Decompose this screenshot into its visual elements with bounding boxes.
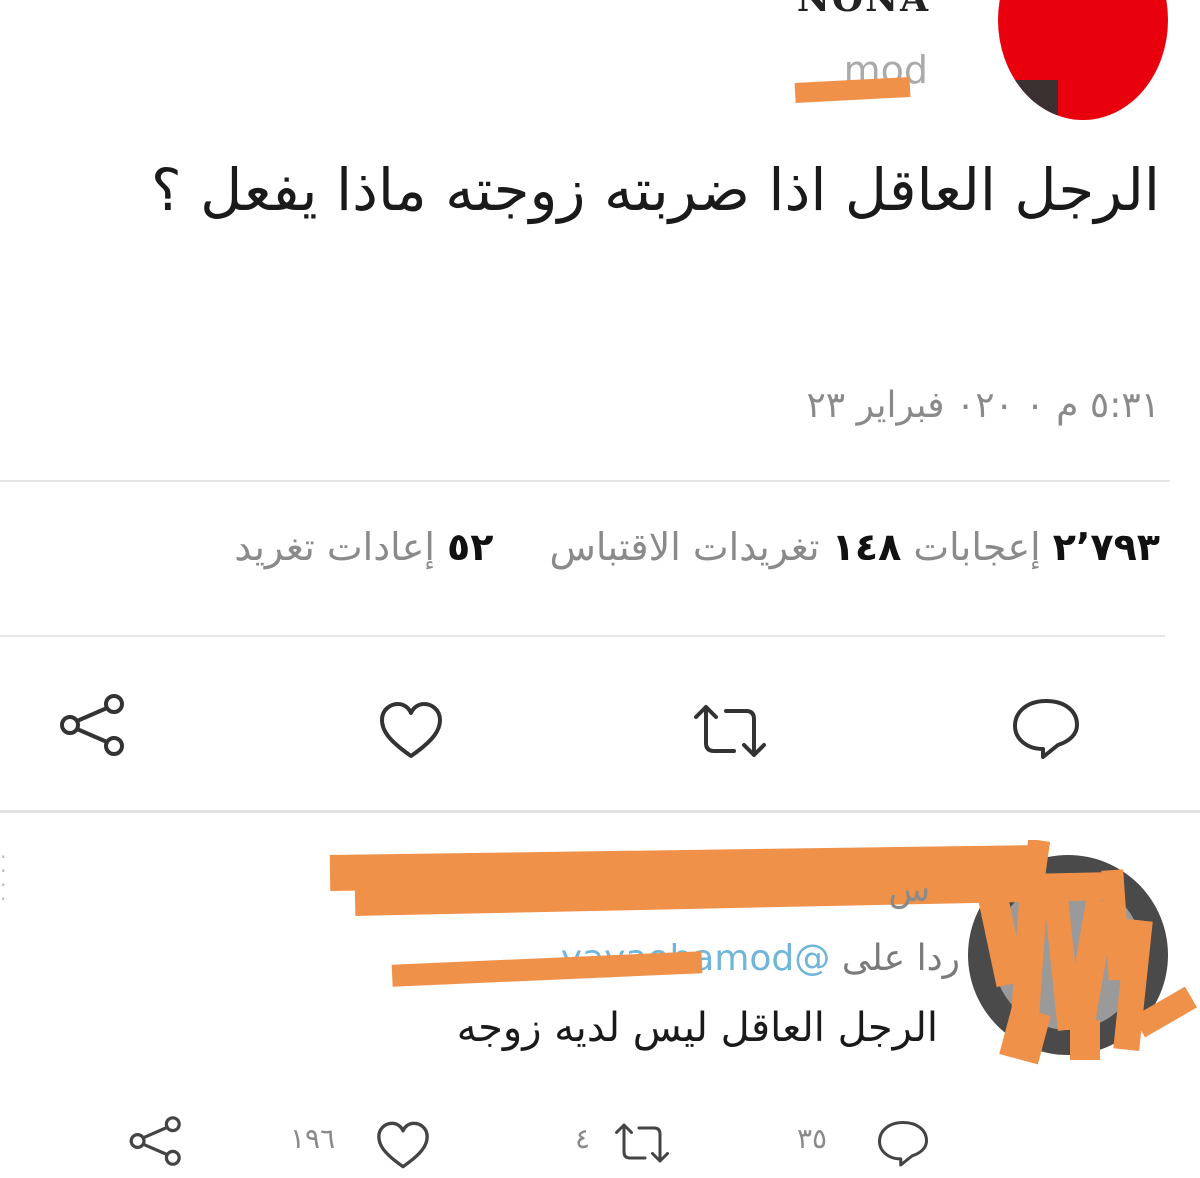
redaction-mark [794, 77, 911, 103]
reply-reply-icon[interactable] [875, 1118, 931, 1168]
likes-count: ٢٬٧٩٣ [1052, 525, 1160, 569]
like-icon[interactable] [378, 700, 444, 760]
tweet-text: الرجل العاقل اذا ضربته زوجته ماذا يفعل ؟ [150, 156, 1160, 224]
divider [0, 810, 1200, 813]
reply-retweets-count: ٤ [575, 1122, 591, 1155]
replying-to-label: ردا على [841, 938, 960, 979]
tweet-timestamp[interactable]: ٥:٣١ م ٠ ٠٢٠ فبراير ٢٣ [806, 385, 1160, 426]
likes-stat[interactable]: ٢٬٧٩٣ إعجابات [913, 525, 1160, 569]
reply-replies-count: ٣٥ [797, 1122, 828, 1155]
redaction-mark [391, 951, 703, 987]
reply-like-icon[interactable] [375, 1120, 431, 1170]
reply-likes-count: ١٩٦ [290, 1122, 336, 1155]
quotes-label: تغريدات الاقتباس [549, 525, 820, 569]
share-icon[interactable] [58, 694, 128, 756]
reply-share-icon[interactable] [128, 1116, 184, 1166]
quotes-count: ١٤٨ [831, 525, 902, 569]
retweets-count: ٥٢ [447, 525, 494, 569]
divider [0, 480, 1170, 482]
thread-dots: · · · · [0, 845, 7, 911]
likes-label: إعجابات [913, 525, 1041, 569]
tweet-stats: ٥٢ إعادات تغريد ١٤٨ تغريدات الاقتباس ٢٬٧… [0, 525, 1160, 569]
quotes-stat[interactable]: ١٤٨ تغريدات الاقتباس [550, 525, 902, 569]
reply-text: الرجل العاقل ليس لديه زوجه [456, 1005, 938, 1051]
reply-retweet-icon[interactable] [612, 1122, 672, 1164]
reply-time: س [888, 870, 930, 910]
author-avatar[interactable] [998, 0, 1168, 120]
author-display-name[interactable]: NONA [797, 0, 930, 20]
reply-icon[interactable] [1010, 695, 1082, 761]
divider [0, 635, 1165, 637]
retweets-stat[interactable]: ٥٢ إعادات تغريد [234, 525, 493, 569]
retweet-icon[interactable] [690, 703, 770, 759]
retweets-label: إعادات تغريد [234, 525, 435, 569]
